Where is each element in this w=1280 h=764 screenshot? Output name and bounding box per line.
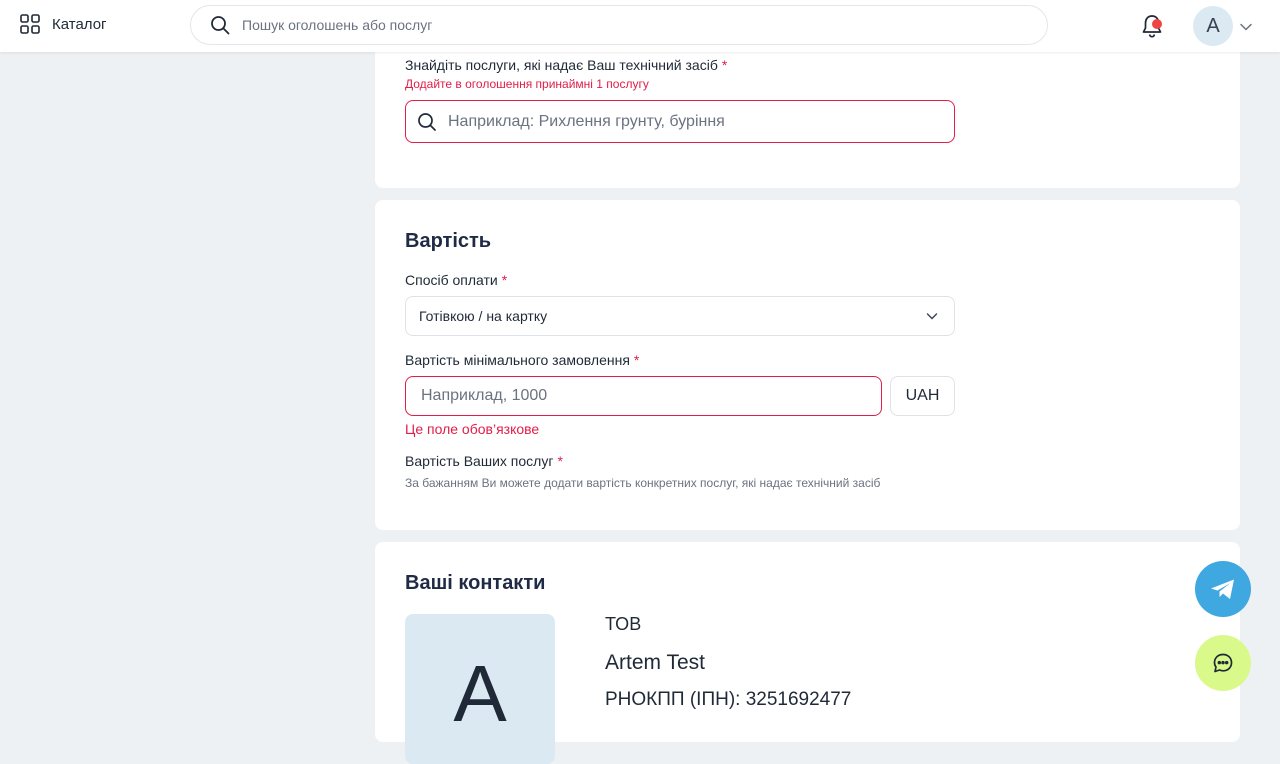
user-avatar[interactable]: A	[1193, 6, 1233, 46]
user-avatar-letter: A	[1206, 14, 1220, 37]
min-order-input[interactable]	[419, 386, 863, 406]
contact-tax-id: РНОКПП (ІПН): 3251692477	[605, 689, 852, 710]
services-cost-label: Вартість Ваших послуг *	[405, 453, 563, 469]
currency-value: UAH	[905, 387, 940, 404]
telegram-icon	[1211, 579, 1234, 599]
services-label-text: Знайдіть послуги, які надає Ваш технічни…	[405, 57, 718, 73]
contact-name: Artem Test	[605, 651, 705, 674]
notifications-button[interactable]	[1138, 12, 1166, 40]
catalog-label: Каталог	[52, 15, 107, 33]
payment-label: Спосіб оплати *	[405, 272, 507, 288]
grid-icon	[20, 14, 40, 34]
payment-label-text: Спосіб оплати	[405, 272, 498, 288]
currency-select[interactable]: UAH	[890, 376, 955, 416]
required-mark: *	[557, 453, 563, 469]
services-label: Знайдіть послуги, які надає Ваш технічни…	[405, 57, 727, 73]
min-order-label-text: Вартість мінімального замовлення	[405, 352, 630, 368]
required-mark: *	[721, 57, 728, 73]
services-search-field	[405, 100, 955, 143]
chat-button[interactable]	[1195, 635, 1251, 691]
contacts-title: Ваші контакти	[405, 572, 546, 594]
required-mark: *	[633, 352, 640, 368]
top-header: Каталог A	[0, 0, 1280, 52]
min-order-field	[405, 376, 882, 416]
payment-method-select[interactable]: Готівкою / на картку	[405, 296, 955, 336]
catalog-button[interactable]: Каталог	[20, 14, 107, 34]
notification-dot	[1152, 19, 1162, 29]
contact-avatar-letter: A	[453, 649, 507, 738]
cost-title: Вартість	[405, 230, 492, 252]
services-card: Знайдіть послуги, які надає Ваш технічни…	[375, 30, 1240, 188]
min-order-label: Вартість мінімального замовлення *	[405, 352, 639, 368]
payment-method-value: Готівкою / на картку	[419, 308, 548, 324]
services-cost-label-text: Вартість Ваших послуг	[405, 453, 554, 469]
cost-card: Вартість Спосіб оплати * Готівкою / на ка…	[375, 200, 1240, 530]
search-icon	[418, 112, 436, 131]
services-search-input[interactable]	[446, 111, 930, 132]
chat-icon	[1213, 653, 1233, 673]
telegram-button[interactable]	[1195, 561, 1251, 617]
global-search	[190, 5, 1048, 45]
services-cost-hint: За бажанням Ви можете додати вартість ко…	[405, 476, 881, 490]
company-type: ТОВ	[605, 614, 642, 634]
contact-avatar: A	[405, 614, 555, 764]
required-mark: *	[501, 272, 508, 288]
min-order-error: Це поле обов’язкове	[405, 421, 540, 437]
contacts-card: Ваші контакти A ТОВ Artem Test РНОКПП (І…	[375, 542, 1240, 764]
search-input[interactable]	[240, 16, 1004, 34]
chevron-down-icon	[926, 313, 938, 320]
search-icon	[211, 16, 230, 35]
chevron-down-icon[interactable]	[1239, 20, 1253, 34]
services-error: Додайте в оголошення принаймні 1 послугу	[405, 77, 649, 91]
